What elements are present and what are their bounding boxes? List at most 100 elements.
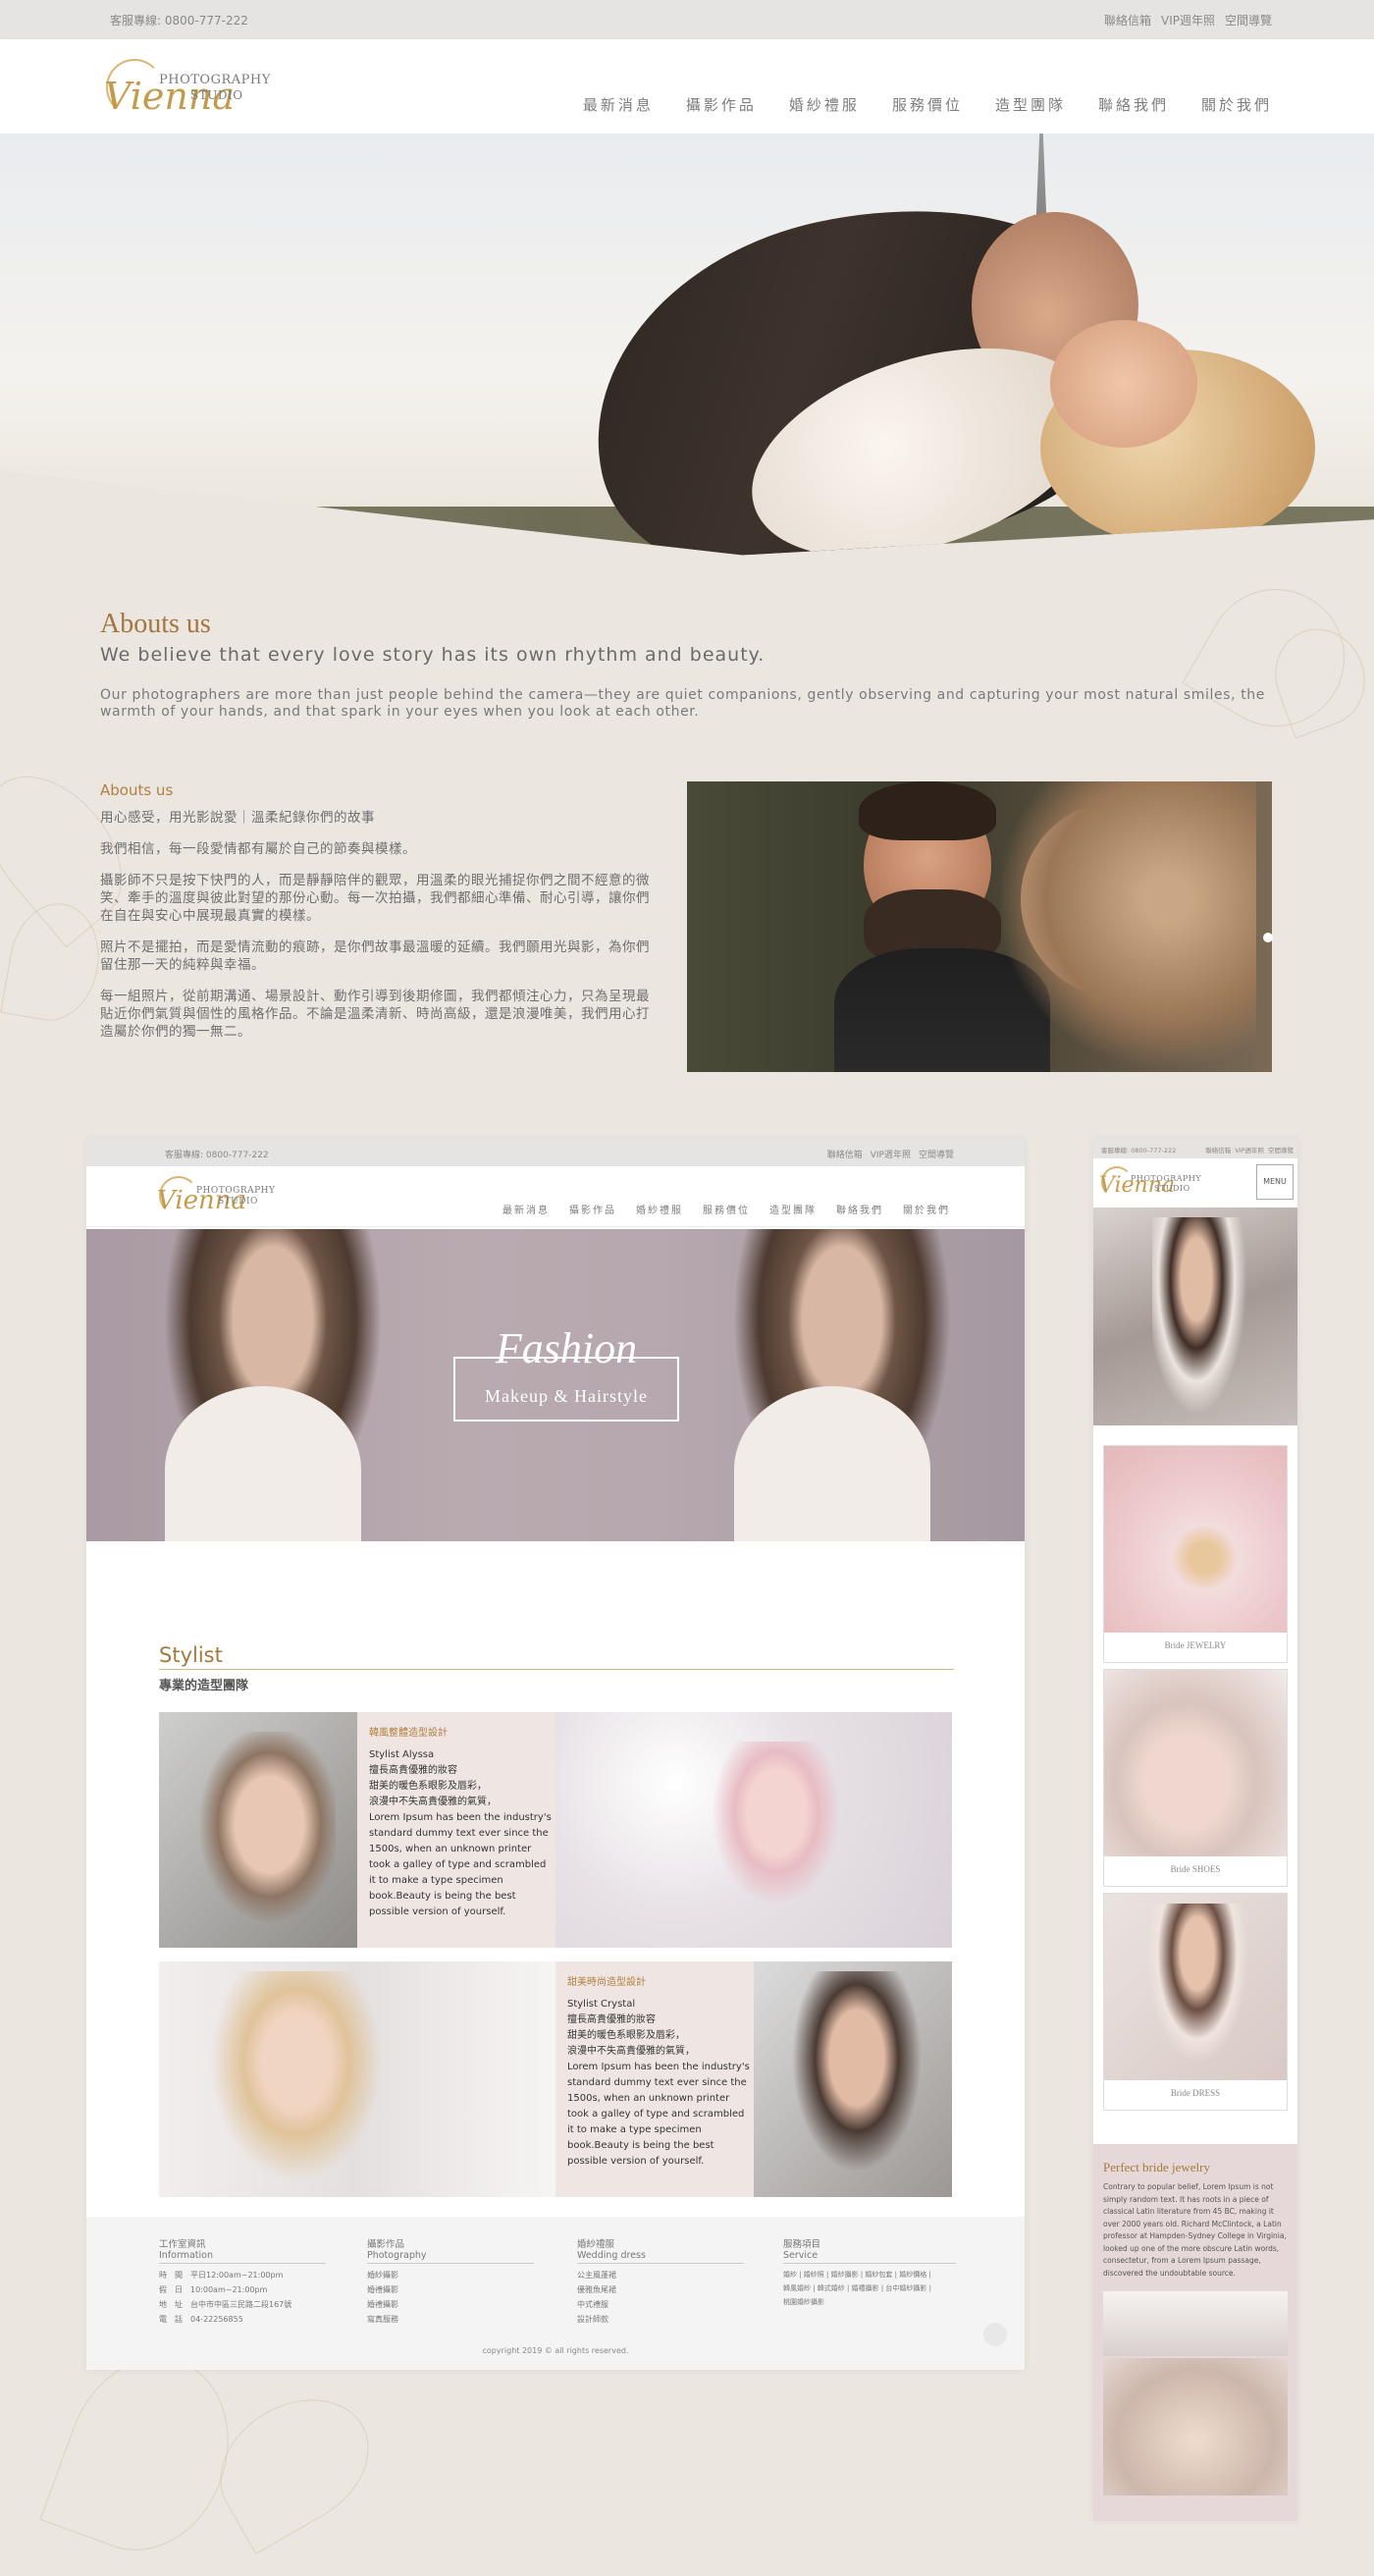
mockup-nav: 最新消息 攝影作品 婚紗禮服 服務價位 造型團隊 聯絡我們 關於我們 (502, 1202, 950, 1216)
footer-link[interactable]: 婚禮攝影 (367, 2297, 534, 2312)
studio-logo[interactable]: Vienna PHOTOGRAPHY STUDIO (102, 55, 271, 120)
perfect-bride-jewelry-section: Perfect bride jewelry Contrary to popula… (1093, 2144, 1297, 2521)
footer-col-title: 服務項目 (783, 2239, 821, 2250)
mobile-tour-link[interactable]: 空間導覽 (1268, 1145, 1294, 1154)
footer-link[interactable]: 設計師款 (577, 2312, 744, 2327)
vip-anniversary-link[interactable]: VIP週年照 (1161, 12, 1215, 28)
mobile-phone: 客服專線: 0800-777-222 (1101, 1147, 1177, 1154)
dress-card[interactable]: Bride DRESS (1103, 1893, 1288, 2111)
nav-portfolio[interactable]: 攝影作品 (686, 94, 757, 115)
footer-col-en: Information (159, 2250, 326, 2264)
mockup-nav-about[interactable]: 關於我們 (903, 1202, 950, 1216)
flower-decoration-icon (196, 2374, 393, 2554)
footer-holiday: 假 日 10:00am~21:00pm (159, 2285, 268, 2294)
footer-col-title: 工作室資訊 (159, 2239, 206, 2250)
footer-photography-column: 攝影作品 Photography 婚紗攝影 婚禮攝影 婚禮攝影 寫真服務 (367, 2236, 534, 2327)
footer-link[interactable]: 中式禮服 (577, 2297, 744, 2312)
mockup-phone: 客服專線: 0800-777-222 (165, 1151, 269, 1160)
space-tour-link[interactable]: 空間導覽 (1225, 12, 1272, 28)
about-title: Abouts us (100, 609, 211, 639)
pbj-title: Perfect bride jewelry (1103, 2160, 1211, 2174)
mockup-vip-link[interactable]: VIP週年照 (871, 1148, 911, 1160)
main-header: Vienna PHOTOGRAPHY STUDIO 最新消息 攝影作品 婚紗禮服… (0, 39, 1374, 134)
footer-link[interactable]: 寫真服務 (367, 2312, 534, 2327)
mobile-logo-line2: STUDIO (1154, 1184, 1190, 1193)
stylist-line: 擅長高貴優雅的妝容 (567, 2014, 656, 2025)
footer-link[interactable]: 婚禮攝影 (367, 2282, 534, 2297)
footer-dress-column: 婚紗禮服 Wedding dress 公主風蓬裙 優雅魚尾裙 中式禮服 設計師款 (577, 2236, 744, 2327)
footer-col-en: Photography (367, 2250, 534, 2264)
logo-line1: PHOTOGRAPHY (159, 73, 271, 87)
card-label: Bride JEWELRY (1164, 1640, 1227, 1650)
mobile-mockup: 客服專線: 0800-777-222 聯絡信箱 VIP週年照 空間導覽 Vien… (1093, 1139, 1297, 2521)
mockup-nav-portfolio[interactable]: 攝影作品 (569, 1202, 616, 1216)
footer-service-tags[interactable]: 韓風婚紗 | 韓式婚紗 | 婚禮攝影 | 台中婚紗攝影 | (783, 2281, 956, 2295)
footer-col-en: Service (783, 2250, 956, 2264)
stylist-subtitle: 專業的造型團隊 (159, 1679, 249, 1693)
about-tagline: We believe that every love story has its… (100, 644, 766, 666)
stylist-alyssa-photo (159, 1712, 357, 1948)
about-paragraph: 照片不是擺拍，而是愛情流動的痕跡，是你們故事最溫暖的延續。我們願用光與影，為你們… (100, 939, 650, 973)
stylist-bio: Lorem Ipsum has been the industry's stan… (369, 1812, 552, 1917)
nav-about[interactable]: 關於我們 (1201, 94, 1272, 115)
nav-wedding-dress[interactable]: 婚紗禮服 (789, 94, 860, 115)
card-label: Bride DRESS (1170, 2088, 1221, 2098)
top-bar: 客服專線: 0800-777-222 聯絡信箱 VIP週年照 空間導覽 (0, 0, 1374, 39)
mockup-logo[interactable]: Vienna PHOTOGRAPHY STUDIO (157, 1174, 275, 1217)
footer-service-tags[interactable]: 婚紗 | 婚紗照 | 婚紗攝影 | 婚紗包套 | 婚紗價格 | (783, 2268, 956, 2281)
mobile-email-link[interactable]: 聯絡信箱 (1205, 1145, 1231, 1154)
menu-button[interactable]: MENU (1256, 1164, 1294, 1200)
stylist-crystal-card: 甜美時尚造型設計 Stylist Crystal 擅長高貴優雅的妝容 甜美的暖色… (555, 1961, 754, 2197)
stylist-crystal-photo (754, 1961, 952, 2197)
carousel-dot[interactable] (1263, 933, 1273, 942)
nav-news[interactable]: 最新消息 (583, 94, 654, 115)
stylist-line: 擅長高貴優雅的妝容 (369, 1765, 457, 1776)
top-links: 聯絡信箱 VIP週年照 空間導覽 (1104, 12, 1272, 28)
back-to-top-button[interactable] (983, 2323, 1007, 2346)
mockup-nav-wedding-dress[interactable]: 婚紗禮服 (636, 1202, 683, 1216)
main-nav: 最新消息 攝影作品 婚紗禮服 服務價位 造型團隊 聯絡我們 關於我們 (583, 94, 1272, 115)
stylist-line: 甜美的暖色系眼影及唇彩， (369, 1781, 487, 1792)
dress-photo (1104, 1894, 1287, 2080)
about-text: 用心感受，用光影說愛｜溫柔紀錄你們的故事 我們相信，每一段愛情都有屬於自己的節奏… (100, 809, 650, 1041)
stylist-line: 浪漫中不失高貴優雅的氣質， (369, 1797, 497, 1807)
mockup-logo-line2: STUDIO (218, 1197, 258, 1207)
copyright: copyright 2019 © all rights reserved. (482, 2346, 629, 2355)
about-subtitle: Abouts us (100, 781, 174, 799)
mockup-nav-news[interactable]: 最新消息 (502, 1202, 550, 1216)
footer-link[interactable]: 婚紗攝影 (367, 2268, 534, 2282)
footer-info-column: 工作室資訊 Information 時 間 平日12:00am~21:00pm … (159, 2236, 326, 2327)
footer-col-title: 攝影作品 (367, 2239, 405, 2250)
stylist-alyssa-card: 韓風整體造型設計 Stylist Alyssa 擅長高貴優雅的妝容 甜美的暖色系… (357, 1712, 555, 1948)
mockup-nav-stylist-team[interactable]: 造型團隊 (769, 1202, 817, 1216)
desktop-mockup: 客服專線: 0800-777-222 聯絡信箱 VIP週年照 空間導覽 Vien… (86, 1139, 1025, 2370)
footer-link[interactable]: 優雅魚尾裙 (577, 2282, 744, 2297)
stylist-line: 甜美的暖色系眼影及唇彩， (567, 2030, 685, 2041)
mockup-tour-link[interactable]: 空間導覽 (919, 1148, 954, 1160)
stylist-divider (159, 1669, 954, 1670)
logo-line2: STUDIO (190, 88, 243, 102)
mockup-email-link[interactable]: 聯絡信箱 (827, 1148, 863, 1160)
mockup-header: Vienna PHOTOGRAPHY STUDIO 最新消息 攝影作品 婚紗禮服… (86, 1166, 1025, 1227)
tiara-photo (1103, 2291, 1288, 2356)
mobile-logo[interactable]: Vienna PHOTOGRAPHY STUDIO (1099, 1164, 1207, 1200)
hero-couple-photo (0, 134, 1374, 556)
nav-pricing[interactable]: 服務價位 (892, 94, 963, 115)
footer-service-tags[interactable]: 桃園婚紗攝影 (783, 2295, 956, 2309)
mockup-nav-contact[interactable]: 聯絡我們 (836, 1202, 883, 1216)
mobile-vip-link[interactable]: VIP週年照 (1235, 1145, 1264, 1154)
mockup-nav-pricing[interactable]: 服務價位 (703, 1202, 750, 1216)
nav-stylist-team[interactable]: 造型團隊 (995, 94, 1066, 115)
stylist-alyssa-work-photo (555, 1712, 952, 1948)
contact-email-link[interactable]: 聯絡信箱 (1104, 12, 1151, 28)
jewelry-card[interactable]: Bride JEWELRY (1103, 1445, 1288, 1663)
card-label: Bride SHOES (1170, 1864, 1221, 1874)
mockup-logo-line1: PHOTOGRAPHY (196, 1186, 276, 1196)
stylist-bio: Lorem Ipsum has been the industry's stan… (567, 2062, 750, 2167)
stylist-name: Stylist Crystal (567, 1999, 636, 2010)
mobile-logo-line1: PHOTOGRAPHY (1131, 1174, 1202, 1183)
shoes-card[interactable]: Bride SHOES (1103, 1669, 1288, 1887)
stylist-title: Stylist (159, 1643, 223, 1667)
nav-contact[interactable]: 聯絡我們 (1098, 94, 1169, 115)
footer-link[interactable]: 公主風蓬裙 (577, 2268, 744, 2282)
